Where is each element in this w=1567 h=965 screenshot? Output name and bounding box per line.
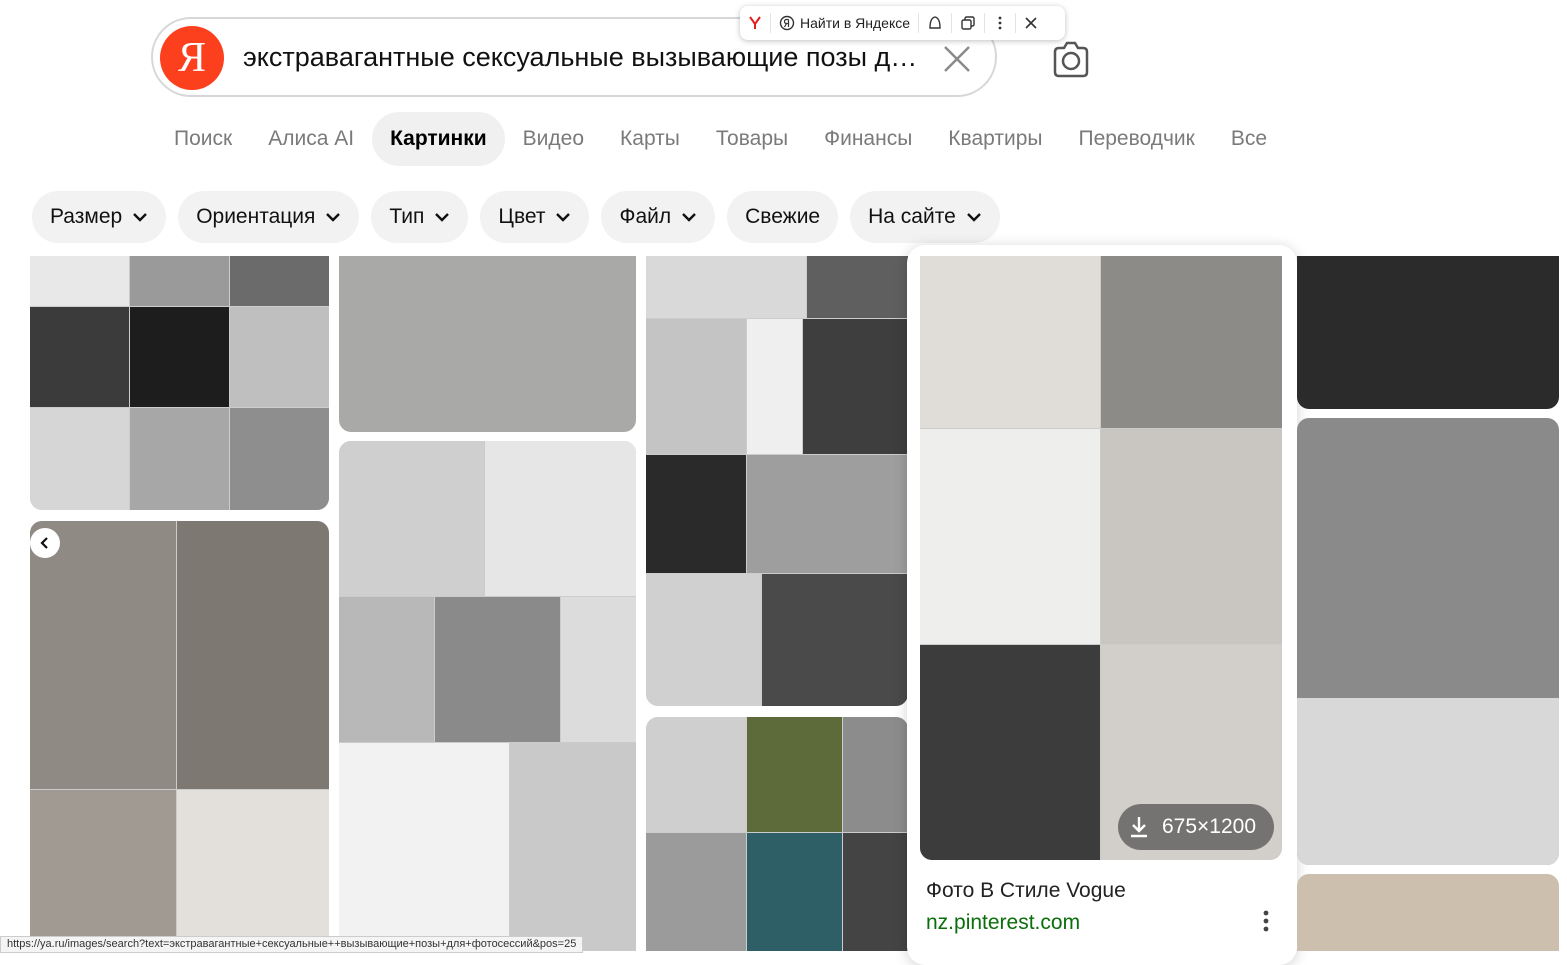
tab-maps[interactable]: Карты xyxy=(602,112,698,166)
filter-file[interactable]: Файл xyxy=(601,191,716,243)
filter-label: Свежие xyxy=(745,205,821,228)
close-icon xyxy=(944,46,970,72)
alice-button[interactable] xyxy=(919,6,951,40)
filter-bar: Размер Ориентация Тип Цвет Файл Свежие Н… xyxy=(32,191,1000,243)
filter-type[interactable]: Тип xyxy=(371,191,469,243)
tab-images[interactable]: Картинки xyxy=(372,112,505,166)
copy-icon xyxy=(961,16,975,30)
image-result[interactable] xyxy=(1297,256,1559,409)
close-panel-button[interactable] xyxy=(1016,6,1046,40)
image-result[interactable] xyxy=(30,521,329,951)
image-result[interactable] xyxy=(339,441,636,951)
chevron-down-icon xyxy=(556,213,571,222)
tab-search[interactable]: Поиск xyxy=(156,112,250,166)
image-result[interactable] xyxy=(646,717,908,951)
image-result[interactable] xyxy=(1297,418,1559,865)
selected-image-preview[interactable] xyxy=(920,256,1282,860)
chevron-down-icon xyxy=(682,213,696,222)
image-result[interactable] xyxy=(30,256,329,510)
more-vertical-icon xyxy=(1263,910,1269,932)
filter-orientation[interactable]: Ориентация xyxy=(178,191,360,243)
tab-apartments[interactable]: Квартиры xyxy=(930,112,1060,166)
find-in-yandex-label: Найти в Яндексе xyxy=(800,15,911,31)
image-source-link[interactable]: nz.pinterest.com xyxy=(926,911,1080,935)
search-input[interactable]: экстравагантные сексуальные вызывающие п… xyxy=(243,39,923,75)
search-nav: Поиск Алиса AI Картинки Видео Карты Това… xyxy=(156,112,1285,166)
chevron-down-icon xyxy=(966,213,981,222)
find-in-yandex-button[interactable]: Найти в Яндексе xyxy=(771,6,918,40)
image-result[interactable] xyxy=(646,256,908,706)
image-title: Фото В Стиле Vogue xyxy=(926,879,1126,902)
camera-icon xyxy=(1053,41,1089,78)
filter-label: Тип xyxy=(389,205,425,228)
more-vertical-icon xyxy=(998,16,1002,30)
tab-translator[interactable]: Переводчик xyxy=(1060,112,1212,166)
tab-alice[interactable]: Алиса AI xyxy=(250,112,372,166)
copy-button[interactable] xyxy=(952,6,984,40)
tab-all[interactable]: Все xyxy=(1213,112,1285,166)
filter-fresh[interactable]: Свежие xyxy=(727,191,839,243)
more-options-button[interactable] xyxy=(1252,907,1280,935)
chevron-left-icon xyxy=(40,537,48,549)
filter-color[interactable]: Цвет xyxy=(480,191,590,243)
chevron-down-icon xyxy=(133,213,148,222)
yandex-y-icon xyxy=(749,16,761,29)
tab-finance[interactable]: Финансы xyxy=(806,112,930,166)
previous-image-button[interactable] xyxy=(30,528,60,558)
filter-label: Ориентация xyxy=(196,205,316,228)
selected-image-card[interactable]: Фото В Стиле Vogue nz.pinterest.com xyxy=(907,245,1297,965)
close-icon xyxy=(1025,17,1037,29)
yandex-logo[interactable]: Я xyxy=(160,26,224,90)
filter-label: На сайте xyxy=(868,205,956,228)
image-result[interactable] xyxy=(1297,874,1559,951)
filter-size[interactable]: Размер xyxy=(32,191,167,243)
alice-icon xyxy=(929,16,941,29)
more-options-button[interactable] xyxy=(985,6,1015,40)
clear-search-button[interactable] xyxy=(937,39,977,79)
image-search-button[interactable] xyxy=(1049,38,1093,82)
tab-video[interactable]: Видео xyxy=(505,112,602,166)
yandex-browser-button[interactable] xyxy=(740,6,770,40)
status-bar-url: https://ya.ru/images/search?text=экстрав… xyxy=(0,936,584,953)
tab-products[interactable]: Товары xyxy=(698,112,806,166)
chevron-down-icon xyxy=(435,213,450,222)
browser-search-panel: Найти в Яндексе xyxy=(740,6,1065,40)
download-size-badge[interactable]: 675×1200 xyxy=(1118,804,1274,850)
image-size-label: 675×1200 xyxy=(1162,815,1257,838)
filter-label: Файл xyxy=(619,205,672,228)
chevron-down-icon xyxy=(326,213,341,222)
download-icon xyxy=(1131,817,1147,838)
filter-label: Цвет xyxy=(498,205,546,228)
filter-on-site[interactable]: На сайте xyxy=(850,191,1000,243)
filter-label: Размер xyxy=(50,205,123,228)
yandex-circle-icon xyxy=(779,15,795,31)
image-result[interactable] xyxy=(339,256,636,432)
